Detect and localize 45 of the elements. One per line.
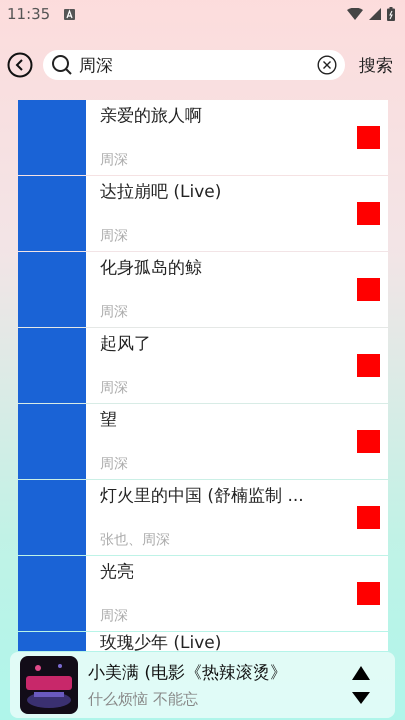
wifi-icon <box>347 8 363 20</box>
action-square[interactable] <box>357 354 380 377</box>
song-artist: 周深 <box>100 151 129 169</box>
back-button[interactable] <box>7 52 33 78</box>
player-title: 小美满 (电影《热辣滚烫》 <box>88 662 288 684</box>
song-artist: 周深 <box>100 303 129 321</box>
action-square[interactable] <box>357 202 380 225</box>
search-icon <box>51 54 73 76</box>
song-item[interactable]: 灯火里的中国 (舒楠监制 ... 张也、周深 <box>18 480 388 555</box>
song-artist: 周深 <box>100 379 129 397</box>
song-item[interactable]: 玫瑰少年 (Live) <box>18 632 388 651</box>
action-square[interactable] <box>357 506 380 529</box>
battery-icon <box>387 7 395 21</box>
song-title: 达拉崩吧 (Live) <box>100 181 222 203</box>
song-item[interactable]: 亲爱的旅人啊 周深 <box>18 100 388 175</box>
song-item[interactable]: 望 周深 <box>18 404 388 479</box>
player-bar[interactable]: 小美满 (电影《热辣滚烫》 什么烦恼 不能忘 <box>10 652 395 718</box>
action-square[interactable] <box>357 582 380 605</box>
song-title: 望 <box>100 409 118 431</box>
song-artist: 周深 <box>100 227 129 245</box>
search-field[interactable]: 周深 <box>43 50 345 80</box>
player-subtitle: 什么烦恼 不能忘 <box>88 690 199 709</box>
search-button[interactable]: 搜索 <box>355 54 397 76</box>
up-triangle-icon[interactable] <box>351 665 371 681</box>
song-title: 亲爱的旅人啊 <box>100 105 203 127</box>
song-item[interactable]: 光亮 周深 <box>18 556 388 631</box>
clear-icon[interactable] <box>317 55 337 75</box>
song-artist: 张也、周深 <box>100 531 171 549</box>
status-time: 11:35 <box>7 5 50 23</box>
song-artist: 周深 <box>100 607 129 625</box>
song-title: 起风了 <box>100 333 152 355</box>
song-item[interactable]: 起风了 周深 <box>18 328 388 403</box>
song-artist: 周深 <box>100 455 129 473</box>
notification-icon <box>64 8 76 20</box>
song-title: 玫瑰少年 (Live) <box>100 632 222 651</box>
song-title: 光亮 <box>100 561 135 583</box>
down-triangle-icon[interactable] <box>351 691 371 705</box>
action-square[interactable] <box>357 126 380 149</box>
song-item[interactable]: 化身孤岛的鲸 周深 <box>18 252 388 327</box>
signal-icon <box>369 8 381 20</box>
song-title: 灯火里的中国 (舒楠监制 ... <box>100 485 305 507</box>
action-square[interactable] <box>357 430 380 453</box>
song-title: 化身孤岛的鲸 <box>100 257 203 279</box>
song-item[interactable]: 达拉崩吧 (Live) 周深 <box>18 176 388 251</box>
action-square[interactable] <box>357 278 380 301</box>
